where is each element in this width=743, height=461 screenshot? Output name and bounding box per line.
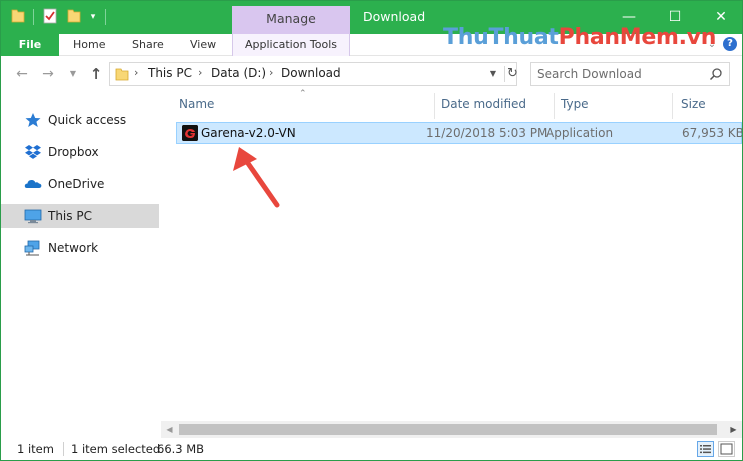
dropbox-icon: [25, 145, 41, 159]
network-icon: [24, 240, 40, 256]
watermark-logo: ThuThuatPhanMem.vn: [443, 25, 716, 50]
garena-logo-icon: [182, 125, 198, 141]
folder-icon: [115, 68, 129, 81]
details-view-button[interactable]: [697, 441, 714, 457]
customize-quick-access-chevron-icon[interactable]: ▾: [88, 11, 98, 23]
computer-icon: [24, 209, 42, 224]
sidebar-item-dropbox[interactable]: Dropbox: [1, 140, 159, 164]
sidebar-item-quick-access[interactable]: Quick access: [1, 108, 159, 132]
sidebar-item-label: OneDrive: [48, 177, 105, 191]
search-icon[interactable]: [709, 67, 723, 81]
recent-locations-button[interactable]: ▼: [64, 66, 82, 82]
column-header-name[interactable]: Name: [179, 97, 214, 111]
large-icons-view-icon: [720, 443, 733, 455]
navigation-bar: ← → ▼ ↑ › This PC › Data (D:) › Download…: [1, 57, 742, 91]
tab-view[interactable]: View: [190, 34, 216, 56]
breadcrumb-chevron-icon[interactable]: ›: [134, 66, 138, 79]
column-divider[interactable]: [554, 93, 555, 119]
table-row[interactable]: Garena-v2.0-VN 11/20/2018 5:03 PM Applic…: [176, 122, 742, 144]
cloud-icon: [24, 180, 42, 188]
tab-share[interactable]: Share: [132, 34, 164, 56]
help-icon[interactable]: ?: [723, 37, 737, 51]
column-divider[interactable]: [434, 93, 435, 119]
horizontal-scrollbar[interactable]: ◀ ▶: [161, 421, 742, 438]
tab-file[interactable]: File: [1, 34, 59, 56]
window-title: Download: [363, 9, 426, 24]
breadcrumb-data-drive[interactable]: Data (D:): [211, 66, 266, 80]
status-item-count: 1 item: [17, 442, 54, 456]
watermark-part: Mem: [619, 25, 679, 50]
quick-access-separator: [105, 9, 106, 25]
status-selection: 1 item selected: [71, 442, 161, 456]
status-divider: [63, 442, 64, 456]
scrollbar-thumb[interactable]: [179, 424, 717, 435]
sort-ascending-icon: ⌃: [299, 89, 307, 99]
tab-manage[interactable]: Manage: [232, 6, 350, 34]
annotation-arrow-icon: [233, 147, 280, 208]
file-type: Application: [546, 126, 614, 140]
ribbon-tabs: File Home Share View Application Tools T…: [1, 25, 742, 56]
watermark-part: Thu: [443, 25, 489, 50]
tab-application-tools[interactable]: Application Tools: [232, 34, 350, 56]
star-icon: [25, 113, 41, 127]
sidebar-item-label: Dropbox: [48, 145, 99, 159]
breadcrumb-chevron-icon[interactable]: ›: [198, 66, 202, 79]
garena-app-icon: [182, 125, 198, 141]
address-history-chevron-icon[interactable]: ▼: [486, 67, 500, 81]
back-button[interactable]: ←: [13, 66, 31, 82]
expand-ribbon-chevron-icon[interactable]: ⌄: [705, 38, 719, 52]
scroll-left-arrow-icon[interactable]: ◀: [161, 421, 178, 438]
details-view-icon: [700, 445, 711, 454]
sidebar-item-label: Network: [48, 241, 99, 255]
scroll-right-arrow-icon[interactable]: ▶: [725, 421, 742, 438]
sidebar-item-onedrive[interactable]: OneDrive: [1, 172, 159, 196]
breadcrumb-this-pc[interactable]: This PC: [148, 66, 192, 80]
sidebar-item-network[interactable]: Network: [1, 236, 159, 260]
new-folder-icon[interactable]: [67, 8, 81, 24]
sidebar-item-label: Quick access: [48, 113, 127, 127]
properties-icon[interactable]: [43, 8, 57, 24]
search-placeholder: Search Download: [537, 67, 642, 81]
file-date-modified: 11/20/2018 5:03 PM: [426, 126, 548, 140]
column-header-type[interactable]: Type: [561, 97, 589, 111]
quick-access-separator: [33, 9, 34, 25]
column-header-size[interactable]: Size: [681, 97, 706, 111]
navigation-pane: Quick access Dropbox OneDrive This PC Ne…: [1, 91, 161, 436]
file-size: 67,953 KB: [682, 126, 743, 140]
column-divider[interactable]: [672, 93, 673, 119]
explorer-window: ▾ Manage Download — ☐ ✕ File Home Share …: [0, 0, 743, 461]
up-button[interactable]: ↑: [87, 66, 105, 82]
breadcrumb-download[interactable]: Download: [281, 66, 341, 80]
sidebar-item-label: This PC: [48, 209, 92, 223]
status-bar: 1 item 1 item selected 66.3 MB: [1, 438, 742, 460]
status-selection-size: 66.3 MB: [157, 442, 205, 456]
large-icons-view-button[interactable]: [718, 441, 735, 457]
watermark-part: Phan: [558, 25, 620, 50]
sidebar-item-this-pc[interactable]: This PC: [1, 204, 159, 228]
forward-button[interactable]: →: [39, 66, 57, 82]
column-header-date-modified[interactable]: Date modified: [441, 97, 526, 111]
tab-home[interactable]: Home: [73, 34, 105, 56]
address-bar[interactable]: › This PC › Data (D:) › Download ▼ ↻: [109, 62, 518, 86]
search-input[interactable]: Search Download: [530, 62, 730, 86]
refresh-icon[interactable]: ↻: [504, 66, 518, 82]
folder-icon[interactable]: [11, 8, 25, 24]
watermark-part: Thuat: [488, 25, 559, 50]
file-name: Garena-v2.0-VN: [201, 126, 296, 140]
breadcrumb-chevron-icon[interactable]: ›: [269, 66, 273, 79]
